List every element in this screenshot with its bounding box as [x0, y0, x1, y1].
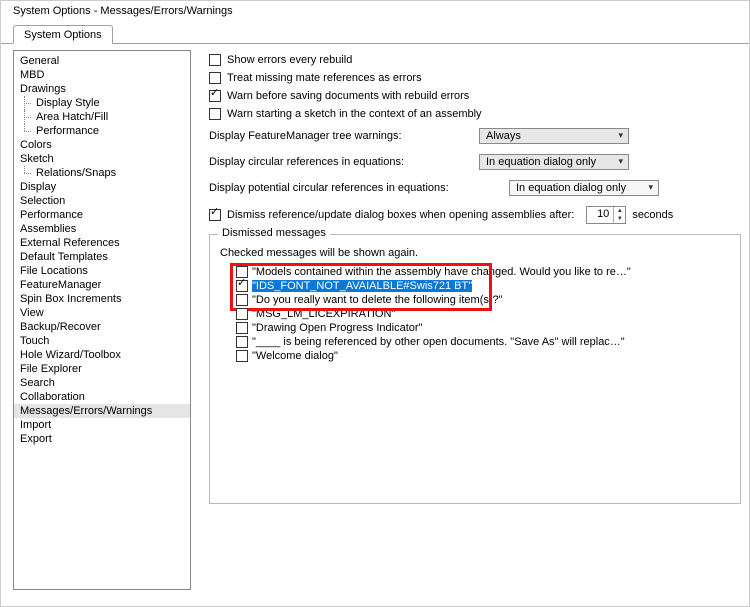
dialog-title: System Options - Messages/Errors/Warning… [1, 1, 749, 23]
message-label: "MSG_LM_LICEXPIRATION" [252, 308, 395, 320]
opt-warn-save[interactable]: Warn before saving documents with rebuil… [209, 90, 741, 102]
sidebar-item-area-hatch-fill[interactable]: Area Hatch/Fill [14, 110, 190, 124]
dismissed-message-item[interactable]: "Do you really want to delete the follow… [236, 293, 730, 307]
spinner-value[interactable]: 10 [587, 207, 613, 223]
group-title: Dismissed messages [218, 227, 330, 239]
checkbox[interactable] [209, 54, 221, 66]
dismissed-message-item[interactable]: "MSG_LM_LICEXPIRATION" [236, 307, 730, 321]
spinner-buttons[interactable]: ▲▼ [613, 207, 625, 223]
sidebar-item-default-templates[interactable]: Default Templates [14, 250, 190, 264]
tab-system-options[interactable]: System Options [13, 25, 113, 44]
message-label: "Do you really want to delete the follow… [252, 294, 503, 306]
tab-bar: System Options [13, 25, 749, 44]
options-dialog: System Options - Messages/Errors/Warning… [0, 0, 750, 607]
checkbox[interactable] [236, 294, 248, 306]
group-hint: Checked messages will be shown again. [220, 247, 730, 259]
sidebar-item-general[interactable]: General [14, 54, 190, 68]
sidebar-item-performance[interactable]: Performance [14, 208, 190, 222]
dismissed-message-item[interactable]: "IDS_FONT_NOT_AVAIALBLE#Swis721 BT" [236, 279, 730, 293]
message-label: "Welcome dialog" [252, 350, 338, 362]
option-label: Warn starting a sketch in the context of… [227, 108, 482, 120]
opt-fm-warnings: Display FeatureManager tree warnings: Al… [209, 128, 741, 144]
main-panel: Show errors every rebuild Treat missing … [191, 44, 749, 592]
sidebar-item-display-style[interactable]: Display Style [14, 96, 190, 110]
sidebar-item-import[interactable]: Import [14, 418, 190, 432]
sidebar-item-featuremanager[interactable]: FeatureManager [14, 278, 190, 292]
pot-circ-refs-select[interactable]: In equation dialog only [509, 180, 659, 196]
sidebar-item-messages-errors-warnings[interactable]: Messages/Errors/Warnings [14, 404, 190, 418]
sidebar-item-sketch[interactable]: Sketch [14, 152, 190, 166]
unit-label: seconds [632, 209, 673, 221]
sidebar-item-file-locations[interactable]: File Locations [14, 264, 190, 278]
sidebar-item-touch[interactable]: Touch [14, 334, 190, 348]
option-label: Display FeatureManager tree warnings: [209, 130, 479, 142]
checkbox[interactable] [209, 209, 221, 221]
sidebar-item-export[interactable]: Export [14, 432, 190, 446]
sidebar-item-view[interactable]: View [14, 306, 190, 320]
opt-pot-circ-refs: Display potential circular references in… [209, 180, 741, 196]
sidebar-item-search[interactable]: Search [14, 376, 190, 390]
option-label: Warn before saving documents with rebuil… [227, 90, 469, 102]
opt-show-errors[interactable]: Show errors every rebuild [209, 54, 741, 66]
option-label: Dismiss reference/update dialog boxes wh… [227, 209, 574, 221]
sidebar-item-colors[interactable]: Colors [14, 138, 190, 152]
circ-refs-select[interactable]: In equation dialog only [479, 154, 629, 170]
sidebar-item-hole-wizard-toolbox[interactable]: Hole Wizard/Toolbox [14, 348, 190, 362]
checkbox[interactable] [236, 336, 248, 348]
message-label: "____ is being referenced by other open … [252, 336, 625, 348]
sidebar-item-mbd[interactable]: MBD [14, 68, 190, 82]
message-label: "IDS_FONT_NOT_AVAIALBLE#Swis721 BT" [252, 280, 472, 292]
sidebar-item-file-explorer[interactable]: File Explorer [14, 362, 190, 376]
sidebar-item-display[interactable]: Display [14, 180, 190, 194]
dismissed-message-item[interactable]: "Welcome dialog" [236, 349, 730, 363]
category-tree[interactable]: GeneralMBDDrawingsDisplay StyleArea Hatc… [13, 50, 191, 590]
tab-divider [1, 43, 749, 44]
sidebar-item-drawings[interactable]: Drawings [14, 82, 190, 96]
checkbox[interactable] [236, 350, 248, 362]
dismiss-seconds-spinner[interactable]: 10 ▲▼ [586, 206, 626, 224]
option-label: Display circular references in equations… [209, 156, 479, 168]
message-label: "Models contained within the assembly ha… [252, 266, 631, 278]
sidebar-item-assemblies[interactable]: Assemblies [14, 222, 190, 236]
sidebar-item-performance[interactable]: Performance [14, 124, 190, 138]
sidebar-item-external-references[interactable]: External References [14, 236, 190, 250]
sidebar-item-spin-box-increments[interactable]: Spin Box Increments [14, 292, 190, 306]
sidebar-item-collaboration[interactable]: Collaboration [14, 390, 190, 404]
dismissed-messages-list[interactable]: "Models contained within the assembly ha… [236, 265, 730, 363]
sidebar-item-backup-recover[interactable]: Backup/Recover [14, 320, 190, 334]
message-label: "Drawing Open Progress Indicator" [252, 322, 422, 334]
opt-dismiss-ref: Dismiss reference/update dialog boxes wh… [209, 206, 741, 224]
dismissed-message-item[interactable]: "Drawing Open Progress Indicator" [236, 321, 730, 335]
sidebar-item-relations-snaps[interactable]: Relations/Snaps [14, 166, 190, 180]
checkbox[interactable] [236, 308, 248, 320]
opt-warn-sketch[interactable]: Warn starting a sketch in the context of… [209, 108, 741, 120]
checkbox[interactable] [209, 90, 221, 102]
opt-circ-refs: Display circular references in equations… [209, 154, 741, 170]
fm-warnings-select[interactable]: Always [479, 128, 629, 144]
option-label: Display potential circular references in… [209, 182, 509, 194]
opt-treat-missing[interactable]: Treat missing mate references as errors [209, 72, 741, 84]
dismissed-message-item[interactable]: "Models contained within the assembly ha… [236, 265, 730, 279]
dismissed-messages-group: Dismissed messages Checked messages will… [209, 234, 741, 504]
checkbox[interactable] [236, 280, 248, 292]
option-label: Treat missing mate references as errors [227, 72, 422, 84]
checkbox[interactable] [209, 108, 221, 120]
dismissed-message-item[interactable]: "____ is being referenced by other open … [236, 335, 730, 349]
option-label: Show errors every rebuild [227, 54, 352, 66]
sidebar-item-selection[interactable]: Selection [14, 194, 190, 208]
checkbox[interactable] [209, 72, 221, 84]
checkbox[interactable] [236, 322, 248, 334]
